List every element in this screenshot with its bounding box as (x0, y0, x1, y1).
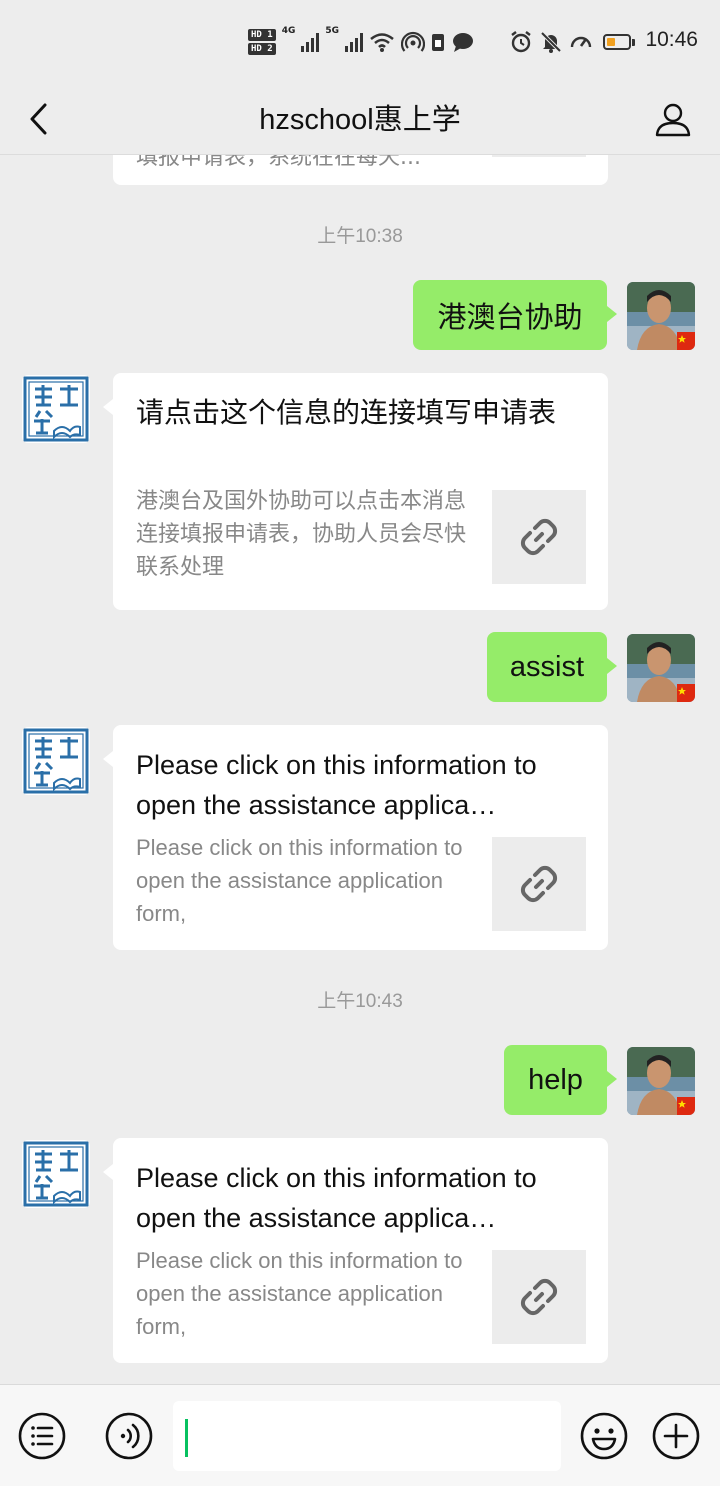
sim-icon (432, 34, 444, 51)
link-card-title: Please click on this information to open… (136, 750, 537, 820)
link-card-desc: 填报申请表，系统在在每天... (136, 155, 421, 170)
link-thumb (492, 837, 586, 931)
signal-icon (301, 32, 320, 52)
alarm-icon (511, 31, 531, 53)
message-icon (453, 33, 473, 52)
chat-header: hzschool惠上学 (0, 84, 720, 155)
voice-button[interactable] (104, 1411, 154, 1461)
input-bar (0, 1384, 720, 1486)
user-avatar-image (627, 1047, 695, 1115)
message-input[interactable] (173, 1401, 561, 1471)
link-icon (520, 518, 558, 556)
link-card-title: 请点击这个信息的连接填写申请表 (136, 397, 557, 428)
network-5g-label: 5G (325, 26, 339, 36)
mute-icon (540, 31, 562, 53)
avatar[interactable] (627, 282, 695, 350)
voice-icon (105, 1412, 153, 1460)
user-avatar-image (627, 634, 695, 702)
status-bar: HD 1 HD 2 4G 5G 10:46 (0, 0, 720, 84)
menu-button[interactable] (17, 1411, 67, 1461)
speed-icon (570, 36, 592, 48)
emoji-button[interactable] (579, 1411, 629, 1461)
signal-icon (345, 32, 363, 52)
user-avatar-image (627, 282, 695, 350)
text-caret (185, 1419, 188, 1457)
timestamp: 上午10:38 (317, 226, 403, 247)
chat-info-button[interactable] (650, 94, 696, 144)
battery-icon (603, 34, 635, 50)
emoji-icon (580, 1412, 628, 1460)
status-time: 10:46 (645, 28, 698, 51)
link-thumb (492, 1250, 586, 1344)
link-card-partial[interactable]: 填报申请表，系统在在每天... (113, 155, 608, 185)
more-button[interactable] (651, 1411, 701, 1461)
status-icons: HD 1 HD 2 4G 5G (248, 24, 635, 60)
bot-avatar[interactable] (22, 727, 90, 795)
sent-message-bubble[interactable]: help (504, 1045, 617, 1115)
wifi-icon (370, 33, 394, 52)
plus-icon (652, 1412, 700, 1460)
hd1-badge: HD 1 (248, 29, 276, 41)
sent-message-bubble[interactable]: assist (487, 632, 617, 702)
link-card[interactable]: Please click on this information to open… (103, 1138, 608, 1363)
hd-indicators: HD 1 HD 2 (248, 29, 276, 55)
timestamp: 上午10:43 (317, 991, 403, 1012)
list-menu-icon (18, 1412, 66, 1460)
page-title: hzschool惠上学 (259, 104, 461, 136)
hd2-badge: HD 2 (248, 43, 276, 55)
school-logo-icon (22, 727, 90, 795)
chat-messages[interactable]: 填报申请表，系统在在每天... 上午10:38 港澳台协助 请点击这个信息的连接… (0, 155, 720, 1383)
link-icon (520, 1278, 558, 1316)
school-logo-icon (22, 1140, 90, 1208)
link-thumb (492, 490, 586, 584)
person-icon (655, 103, 691, 137)
link-card-desc: 港澳台及国外协助可以点击本消息连接填报申请表，协助人员会尽快联系处理 (136, 488, 467, 579)
bot-avatar[interactable] (22, 1140, 90, 1208)
link-thumb (492, 155, 586, 157)
sent-message-bubble[interactable]: 港澳台协助 (413, 280, 617, 350)
hotspot-icon (401, 31, 425, 52)
link-card[interactable]: 请点击这个信息的连接填写申请表 港澳台及国外协助可以点击本消息连接填报申请表，协… (103, 373, 608, 610)
avatar[interactable] (627, 1047, 695, 1115)
link-card-title: Please click on this information to open… (136, 1163, 537, 1233)
network-4g-label: 4G (281, 26, 296, 36)
link-card[interactable]: Please click on this information to open… (103, 725, 608, 950)
link-card-desc: Please click on this information to open… (136, 1248, 463, 1339)
avatar[interactable] (627, 634, 695, 702)
link-card-desc: Please click on this information to open… (136, 835, 463, 926)
link-icon (520, 865, 558, 903)
bot-avatar[interactable] (22, 375, 90, 443)
school-logo-icon (22, 375, 90, 443)
